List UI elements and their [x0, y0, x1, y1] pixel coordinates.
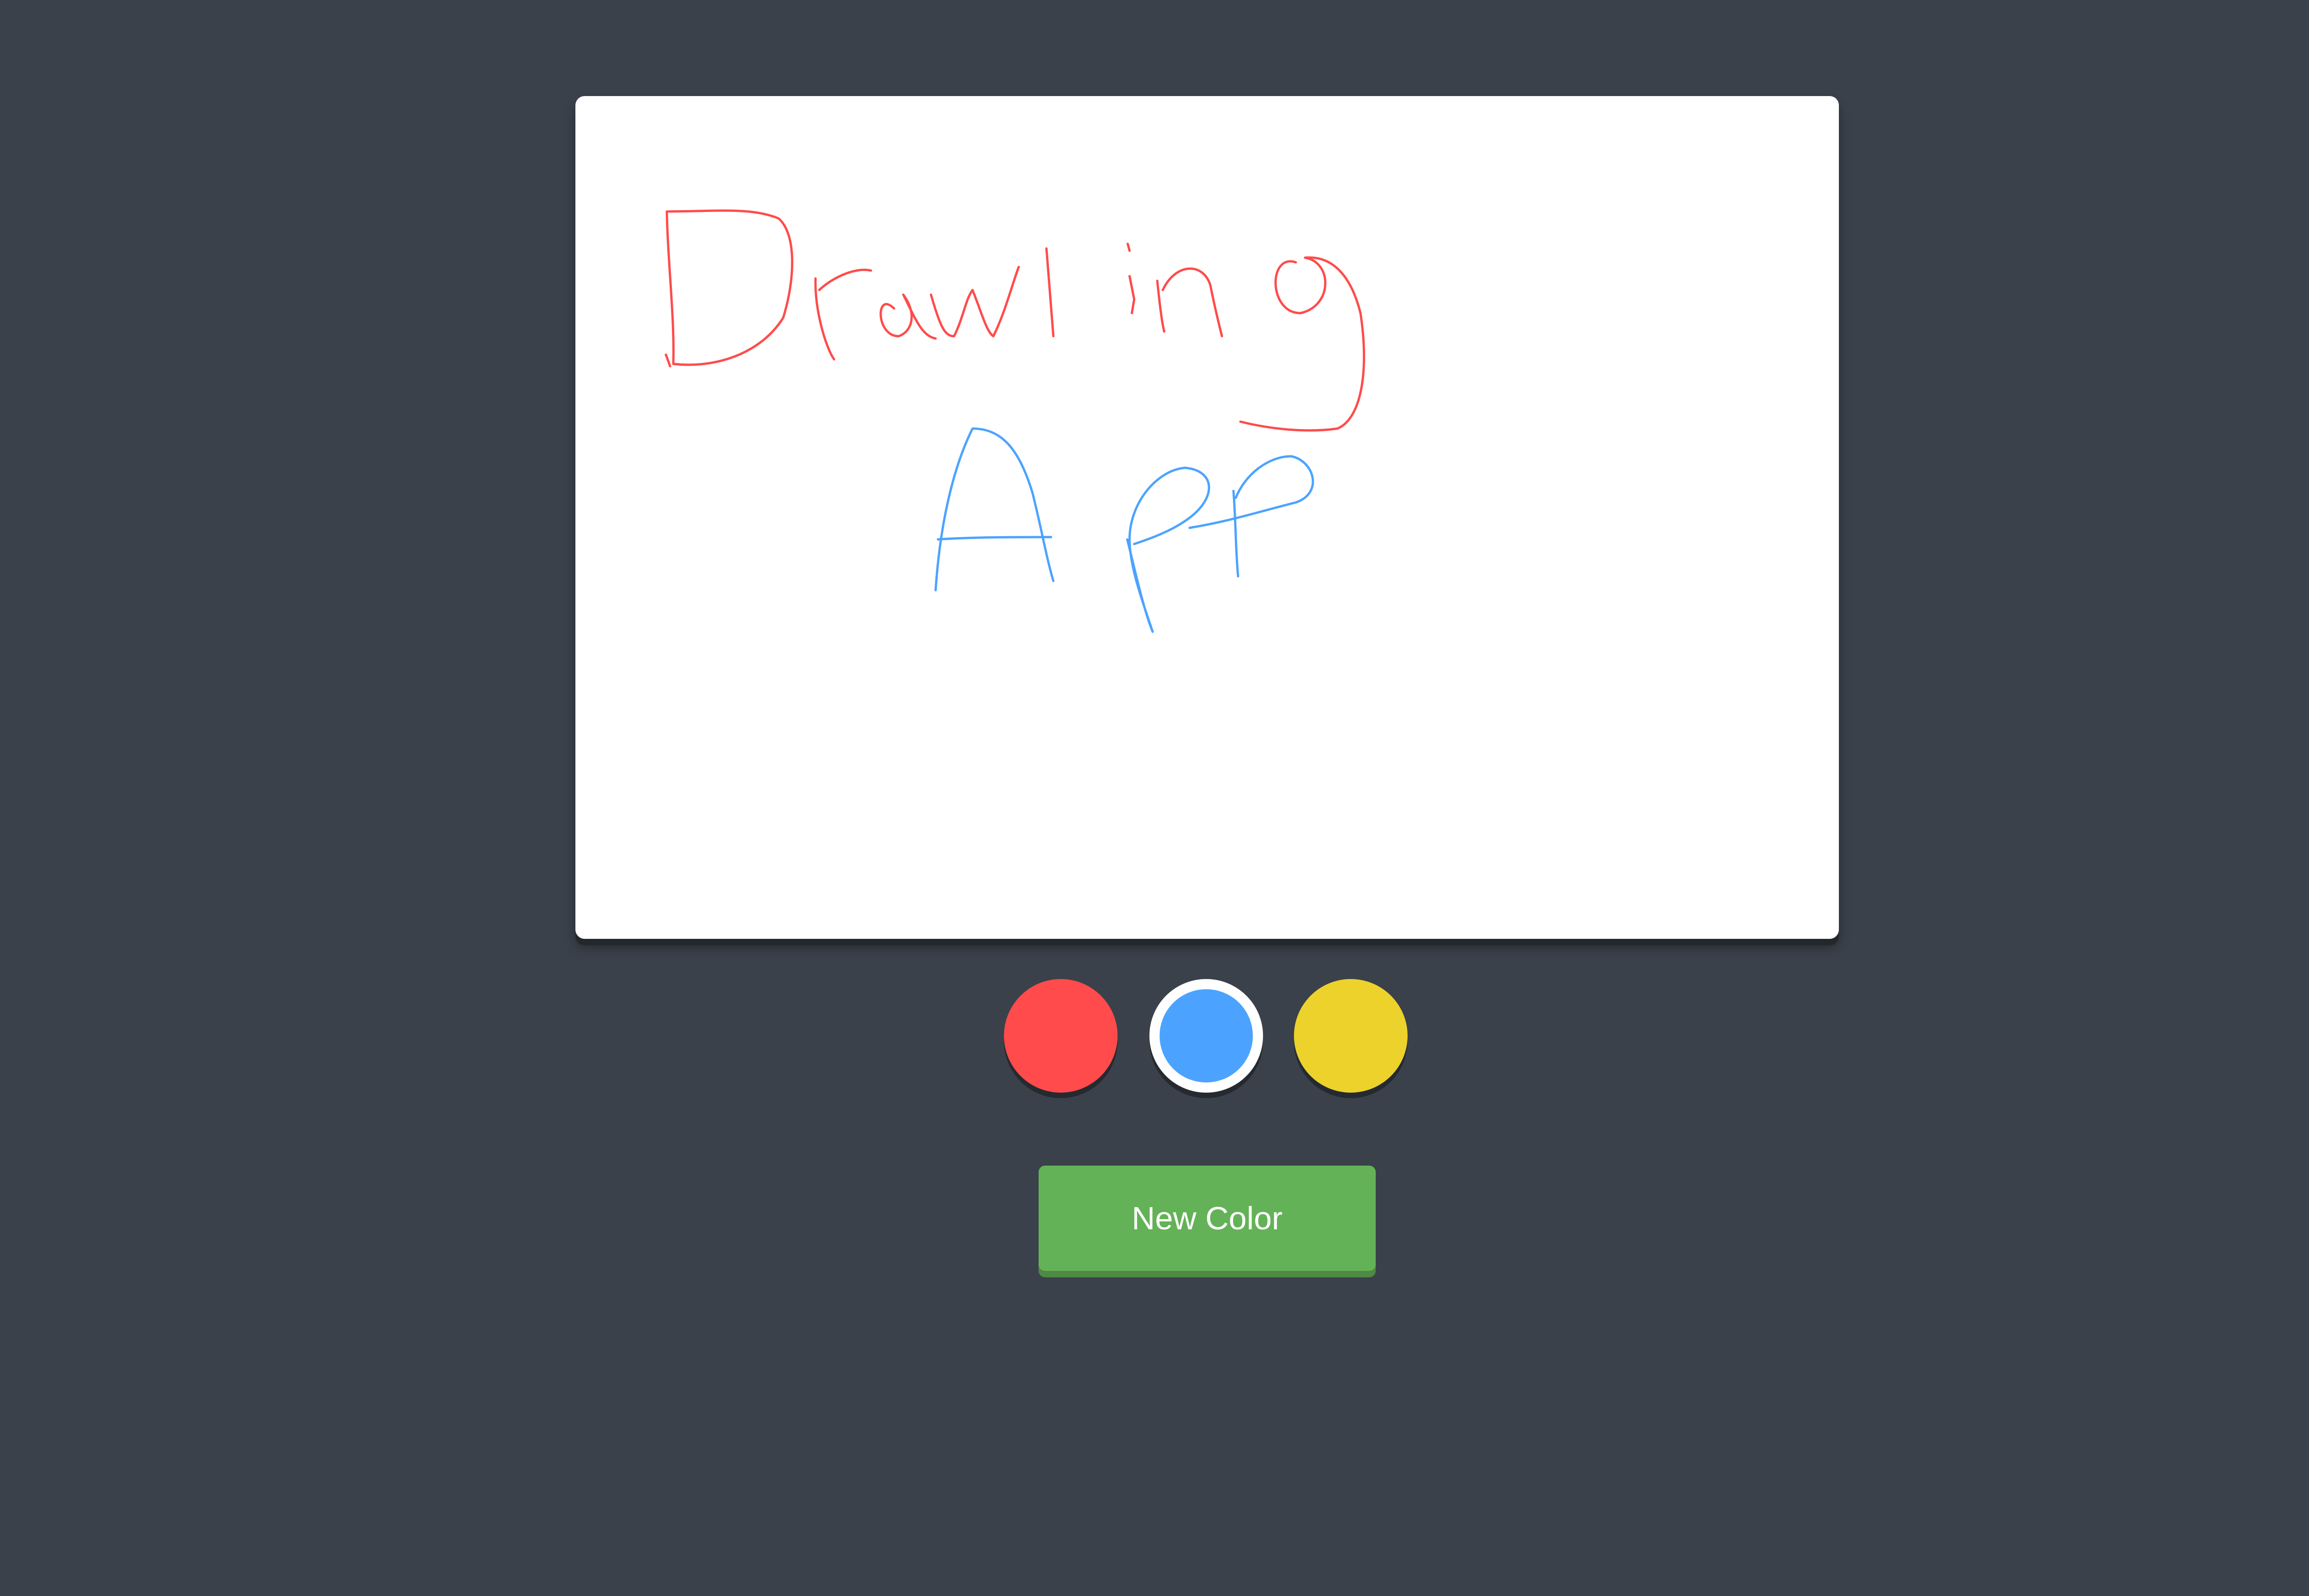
color-swatch-red[interactable]	[1004, 979, 1118, 1093]
stroke-drawing-word	[665, 209, 1366, 432]
canvas-drawing	[665, 209, 1366, 633]
drawing-canvas[interactable]	[575, 96, 1839, 939]
stroke-app-word	[934, 427, 1314, 633]
color-swatch-blue[interactable]	[1149, 979, 1263, 1093]
color-palette	[1004, 979, 1408, 1099]
color-swatch-yellow[interactable]	[1294, 979, 1408, 1093]
new-color-button[interactable]: New Color	[1039, 1166, 1376, 1271]
